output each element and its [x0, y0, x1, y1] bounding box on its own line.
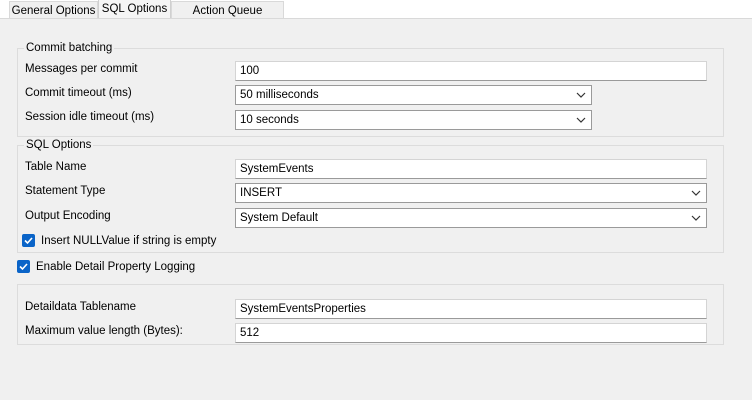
chevron-down-icon [576, 92, 586, 98]
chevron-down-icon [691, 215, 701, 221]
enable-detail-logging-label[interactable]: Enable Detail Property Logging [36, 260, 195, 274]
output-encoding-select[interactable]: System Default [235, 208, 707, 228]
commit-batching-title: Commit batching [24, 41, 115, 55]
sql-options-title: SQL Options [24, 138, 94, 152]
commit-timeout-label: Commit timeout (ms) [25, 87, 132, 99]
tab-strip: General Options SQL Options Action Queue… [0, 0, 752, 35]
tab-general-options[interactable]: General Options [9, 1, 98, 19]
statement-type-label: Statement Type [25, 185, 106, 197]
tab-sql-options[interactable]: SQL Options [98, 0, 171, 18]
chevron-down-icon [576, 117, 586, 123]
session-idle-timeout-label: Session idle timeout (ms) [25, 111, 155, 123]
output-encoding-value: System Default [240, 212, 318, 224]
messages-per-commit-input[interactable]: 100 [235, 61, 707, 81]
tab-action-queue-options[interactable]: Action Queue Options [171, 1, 284, 35]
statement-type-value: INSERT [240, 187, 282, 199]
table-name-label: Table Name [25, 161, 87, 173]
commit-timeout-select[interactable]: 50 milliseconds [235, 85, 592, 105]
tab-panel: Commit batching Messages per commit 100 … [0, 18, 752, 400]
checkmark-icon [24, 237, 33, 245]
session-idle-timeout-value: 10 seconds [240, 114, 299, 126]
table-name-input[interactable]: SystemEvents [235, 159, 707, 179]
detail-tablename-label: Detaildata Tablename [25, 301, 137, 313]
output-encoding-label: Output Encoding [25, 210, 111, 222]
insert-null-label[interactable]: Insert NULLValue if string is empty [41, 234, 216, 248]
max-value-length-input[interactable]: 512 [235, 323, 707, 343]
session-idle-timeout-select[interactable]: 10 seconds [235, 110, 592, 130]
statement-type-select[interactable]: INSERT [235, 183, 707, 203]
detail-tablename-input[interactable]: SystemEventsProperties [235, 299, 707, 319]
insert-null-checkbox[interactable] [22, 234, 35, 247]
enable-detail-logging-checkbox[interactable] [17, 260, 30, 273]
commit-timeout-value: 50 milliseconds [240, 89, 319, 101]
messages-per-commit-label: Messages per commit [25, 63, 138, 75]
max-value-length-label: Maximum value length (Bytes): [25, 325, 183, 337]
checkmark-icon [19, 263, 28, 271]
chevron-down-icon [691, 190, 701, 196]
